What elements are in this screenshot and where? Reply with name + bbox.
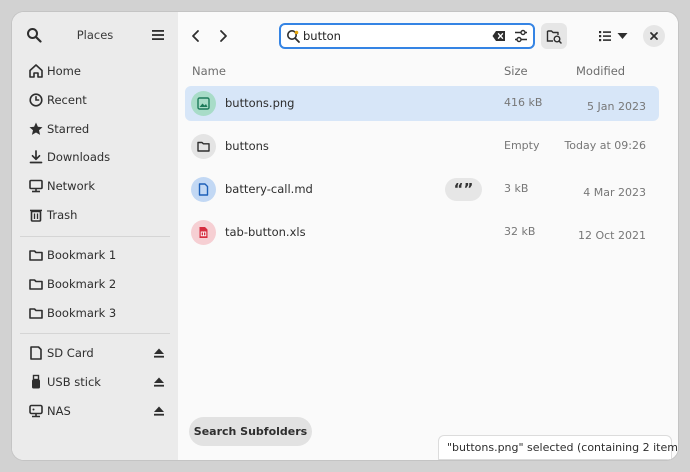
sidebar-item-sd-card[interactable]: SD Card	[20, 340, 170, 366]
view-mode-button[interactable]	[598, 25, 634, 47]
forward-button[interactable]	[211, 24, 235, 48]
sidebar-item-label: USB stick	[47, 375, 101, 389]
search-subfolders-button[interactable]: Search Subfolders	[189, 417, 312, 446]
quote-icon: “”	[453, 180, 474, 198]
close-icon	[650, 32, 658, 40]
file-size: 3 kB	[504, 182, 529, 195]
column-header-name[interactable]: Name	[192, 64, 226, 78]
sidebar-item-label: Bookmark 2	[47, 277, 117, 291]
sidebar-item-label: Network	[47, 179, 96, 193]
sidebar-item-starred[interactable]: Starred	[20, 116, 170, 142]
chevron-right-icon	[220, 30, 227, 42]
folder-search-icon	[546, 30, 562, 44]
trash-icon	[30, 209, 42, 222]
file-name: tab-button.xls	[225, 225, 306, 239]
sidebar-item-label: Home	[47, 64, 81, 78]
close-button[interactable]	[643, 25, 665, 47]
column-header-size[interactable]: Size	[504, 64, 528, 78]
table-row[interactable]: tab-button.xls 32 kB 12 Oct 2021	[185, 215, 659, 250]
table-row[interactable]: buttons Empty Today at 09:26	[185, 129, 659, 164]
nas-icon	[29, 404, 43, 418]
hamburger-menu-icon[interactable]	[151, 28, 165, 42]
search-input[interactable]	[303, 27, 473, 45]
file-name: battery-call.md	[225, 182, 313, 196]
spreadsheet-file-icon	[191, 220, 216, 245]
search-filters-icon[interactable]	[514, 29, 528, 43]
sidebar-item-trash[interactable]: Trash	[20, 202, 170, 228]
main-pane: Name Size Modified buttons.png 416 kB 5 …	[178, 12, 678, 460]
column-header-modified[interactable]: Modified	[576, 64, 625, 78]
sidebar-item-label: Recent	[47, 93, 87, 107]
search-icon	[287, 30, 300, 43]
folder-icon	[29, 308, 43, 319]
sidebar-header: Places	[12, 12, 178, 58]
sidebar-item-label: SD Card	[47, 346, 94, 360]
file-modified: 4 Mar 2023	[583, 186, 646, 199]
sidebar: Places Home Recent Starred Downloads Net…	[12, 12, 178, 460]
file-size: 32 kB	[504, 225, 536, 238]
sidebar-item-bookmark-3[interactable]: Bookmark 3	[20, 300, 170, 326]
back-button[interactable]	[184, 24, 208, 48]
eject-icon[interactable]	[153, 347, 165, 359]
sidebar-item-nas[interactable]: NAS	[20, 398, 170, 424]
file-modified: Today at 09:26	[564, 139, 646, 152]
sidebar-item-usb-stick[interactable]: USB stick	[20, 369, 170, 395]
sd-card-icon	[30, 346, 42, 360]
home-icon	[29, 64, 43, 78]
folder-icon	[191, 134, 216, 159]
file-modified: 12 Oct 2021	[577, 229, 646, 242]
search-location-button[interactable]	[541, 23, 567, 49]
table-row[interactable]: buttons.png 416 kB 5 Jan 2023	[185, 86, 659, 121]
sidebar-item-downloads[interactable]: Downloads	[20, 144, 170, 170]
eject-icon[interactable]	[153, 405, 165, 417]
usb-icon	[32, 374, 40, 389]
sidebar-item-home[interactable]: Home	[20, 58, 170, 84]
document-file-icon	[191, 177, 216, 202]
status-bar: "buttons.png" selected (containing 2 ite…	[438, 435, 678, 460]
search-bar[interactable]	[279, 23, 535, 49]
chevron-down-icon	[617, 33, 628, 39]
star-icon	[29, 122, 43, 135]
quote-button[interactable]: “”	[445, 178, 482, 201]
table-row[interactable]: battery-call.md “” 3 kB 4 Mar 2023	[185, 172, 659, 207]
file-name: buttons	[225, 139, 269, 153]
network-icon	[29, 179, 43, 193]
file-size: Empty	[504, 139, 540, 152]
eject-icon[interactable]	[153, 376, 165, 388]
sidebar-item-label: Bookmark 3	[47, 306, 117, 320]
sidebar-item-label: Bookmark 1	[47, 248, 117, 262]
recent-icon	[29, 93, 43, 107]
sidebar-item-label: NAS	[47, 404, 71, 418]
sidebar-item-label: Starred	[47, 122, 90, 136]
sidebar-item-label: Trash	[47, 208, 78, 222]
download-icon	[29, 150, 43, 164]
image-file-icon	[191, 91, 216, 116]
chevron-left-icon	[192, 30, 199, 42]
clear-search-icon[interactable]	[492, 30, 506, 42]
folder-icon	[29, 279, 43, 290]
sidebar-item-network[interactable]: Network	[20, 173, 170, 199]
sidebar-item-bookmark-1[interactable]: Bookmark 1	[20, 242, 170, 268]
sidebar-separator	[20, 333, 170, 334]
sidebar-separator	[20, 236, 170, 237]
sidebar-item-bookmark-2[interactable]: Bookmark 2	[20, 271, 170, 297]
sidebar-item-recent[interactable]: Recent	[20, 87, 170, 113]
file-size: 416 kB	[504, 96, 543, 109]
file-chooser-window: Places Home Recent Starred Downloads Net…	[12, 12, 678, 460]
folder-icon	[29, 250, 43, 261]
file-modified: 5 Jan 2023	[587, 100, 646, 113]
sidebar-item-label: Downloads	[47, 150, 111, 164]
file-name: buttons.png	[225, 96, 295, 110]
list-view-icon	[599, 31, 611, 42]
